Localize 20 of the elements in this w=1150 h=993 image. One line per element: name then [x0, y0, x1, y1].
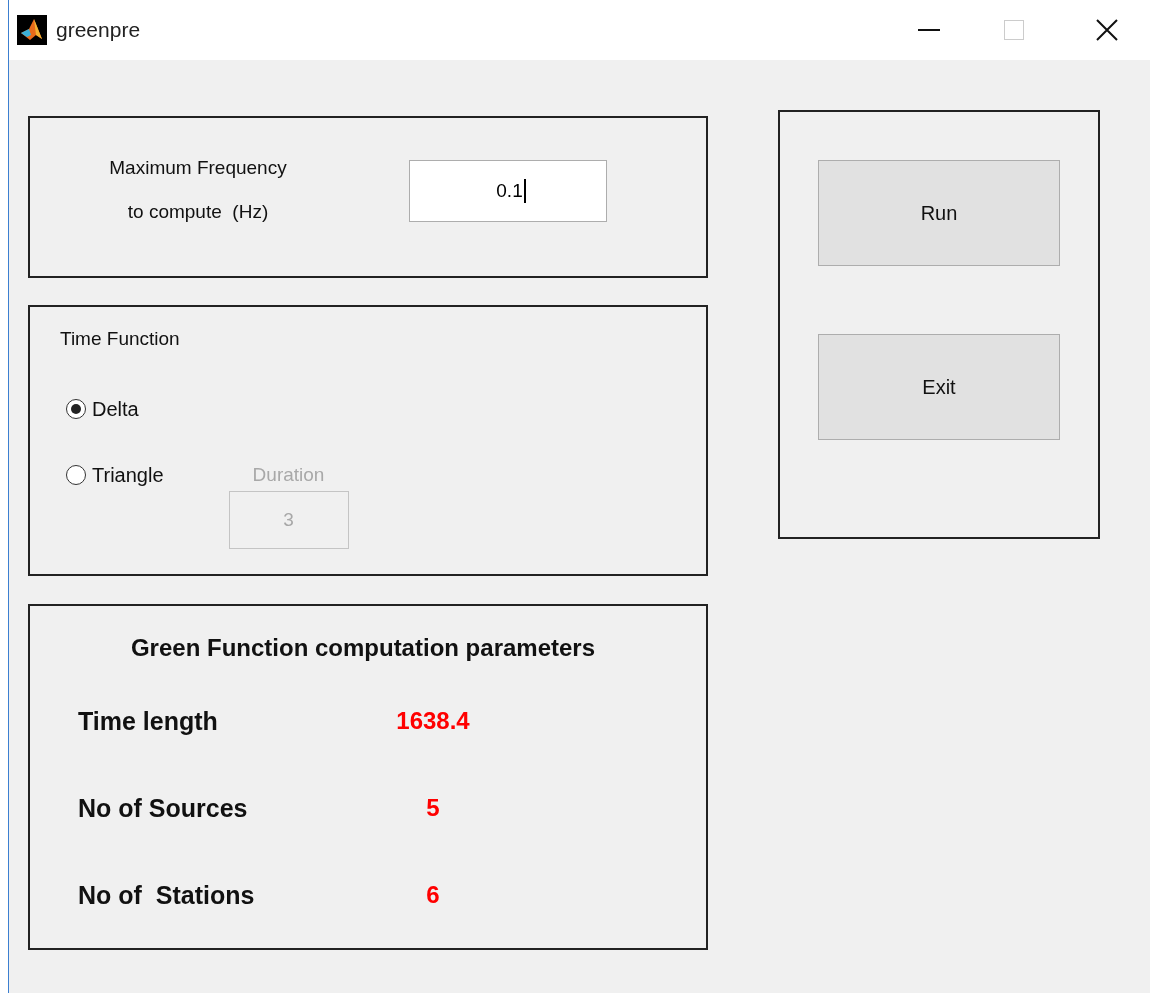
action-button[interactable]: Exit — [818, 334, 1060, 440]
field-label: to compute (Hz) — [127, 200, 269, 224]
radio-option[interactable]: Delta — [66, 395, 139, 423]
parameter-label: Time length — [78, 706, 218, 737]
field-label: Maximum Frequency — [109, 156, 287, 180]
app-logo-icon — [17, 15, 47, 45]
parameter-label: No of Stations — [78, 880, 255, 911]
parameter-value: 1638.4 — [396, 706, 470, 736]
frequency-field[interactable]: 0.1 — [409, 160, 607, 222]
field-label: Duration — [252, 463, 325, 487]
parameter-label: No of Sources — [78, 793, 248, 824]
section-title: Time Function — [60, 327, 180, 351]
action-button[interactable]: Run — [818, 160, 1060, 266]
parameter-value: 5 — [426, 793, 440, 823]
close-icon[interactable] — [1096, 19, 1118, 41]
radio-option[interactable]: Triangle — [66, 461, 164, 489]
window-title: greenpre — [56, 18, 141, 42]
section-title: Green Function computation parameters — [130, 634, 596, 662]
parameter-value: 6 — [426, 880, 440, 910]
minimize-icon[interactable] — [918, 28, 940, 32]
